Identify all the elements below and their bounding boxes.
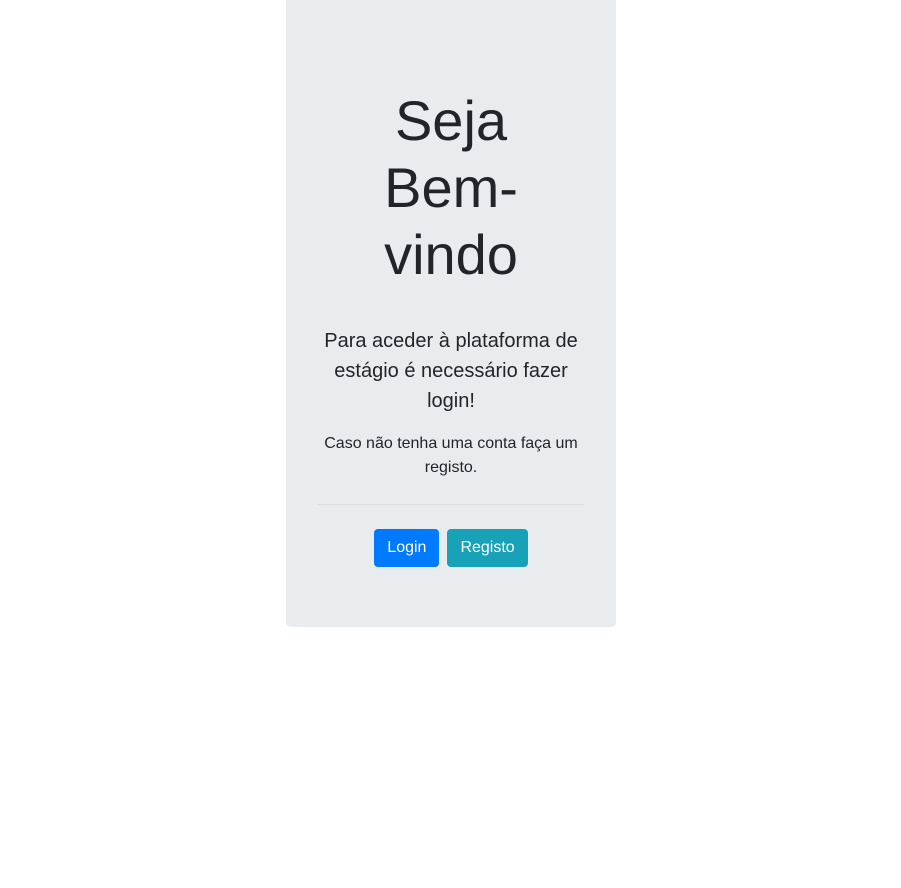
title-line: Bem- [384, 156, 518, 219]
divider [318, 504, 584, 505]
page-title: Seja Bem- vindo [351, 87, 551, 288]
title-line: Seja [394, 89, 508, 152]
lead-text: Para aceder à plataforma de estágio é ne… [324, 330, 578, 412]
login-button[interactable]: Login [374, 529, 440, 567]
register-hint: Caso não tenha uma conta faça um registo… [324, 435, 578, 476]
action-buttons: Login Registo [318, 529, 584, 567]
welcome-card: Seja Bem- vindo Para aceder à plataforma… [286, 0, 616, 627]
register-button[interactable]: Registo [447, 529, 528, 567]
title-line: vindo [384, 223, 518, 286]
